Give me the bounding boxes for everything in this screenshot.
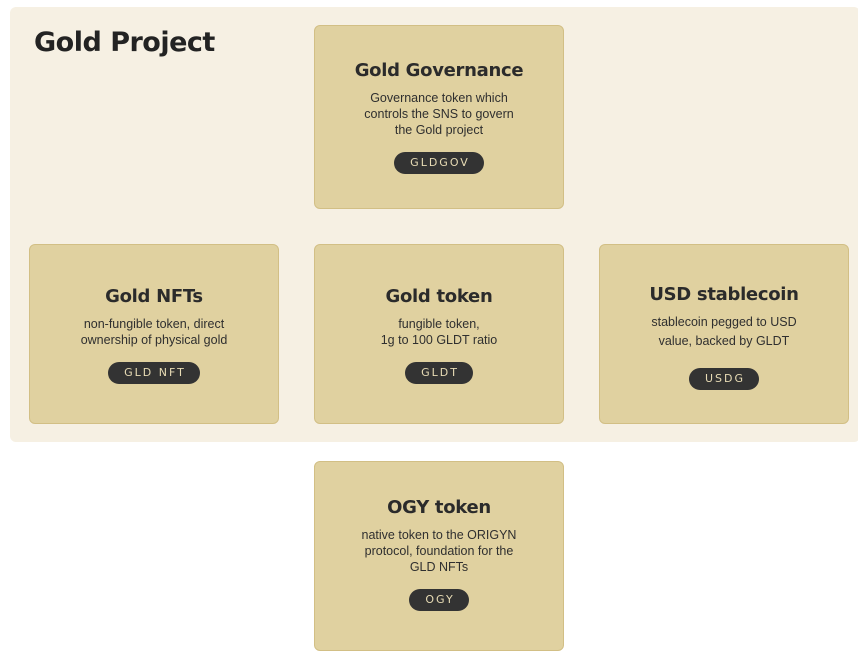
card-description: stablecoin pegged to USD value, backed b… [651, 315, 797, 348]
token-badge-gld-nft: GLD NFT [108, 362, 200, 384]
ogy-token-card: OGY token native token to the ORIGYN pro… [314, 461, 564, 651]
gold-governance-card: Gold Governance Governance token which c… [314, 25, 564, 209]
card-title: OGY token [387, 497, 491, 518]
card-title: Gold NFTs [105, 286, 203, 307]
token-badge-gldt: GLDT [405, 362, 473, 384]
group-title: Gold Project [34, 27, 215, 58]
card-description: native token to the ORIGYN protocol, fou… [361, 528, 517, 574]
usd-stablecoin-card: USD stablecoin stablecoin pegged to USD … [599, 244, 849, 424]
gold-token-card: Gold token fungible token, 1g to 100 GLD… [314, 244, 564, 424]
token-badge-usdg: USDG [688, 368, 760, 390]
card-description: Governance token which controls the SNS … [364, 91, 514, 137]
card-title: Gold Governance [354, 60, 524, 81]
gold-nfts-card: Gold NFTs non-fungible token, direct own… [29, 244, 279, 424]
token-badge-gldgov: GLDGOV [394, 152, 484, 174]
card-description: non-fungible token, direct ownership of … [80, 317, 228, 347]
card-title: USD stablecoin [649, 284, 799, 305]
card-description: fungible token, 1g to 100 GLDT ratio [380, 317, 498, 347]
card-title: Gold token [385, 286, 493, 307]
token-badge-ogy: OGY [409, 589, 469, 611]
